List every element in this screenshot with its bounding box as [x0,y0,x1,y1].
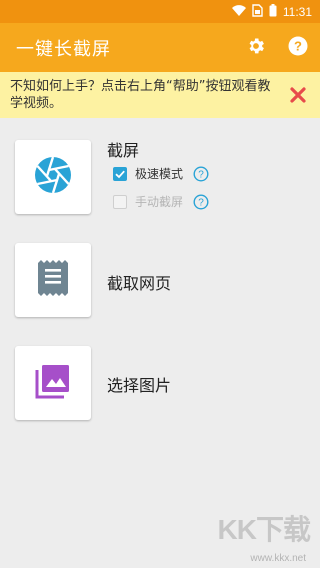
manual-capture-help-icon[interactable]: ? [193,193,209,210]
wifi-icon [231,4,246,20]
webpage-capture-label: 截取网页 [107,274,172,293]
app-bar: 一键长截屏 ? [0,23,320,72]
clock: 11:31 [282,5,312,19]
tip-text: 不知如何上手？点击右上角“帮助”按钮观看教学视频。 [10,79,271,111]
fast-mode-label: 极速模式 [135,167,184,181]
svg-text:?: ? [198,169,204,180]
watermark-logo: KK下载 [217,514,311,545]
settings-button[interactable] [243,35,269,61]
close-tip-button[interactable] [288,85,308,105]
screenshot-label: 截屏 [107,141,140,160]
svg-text:?: ? [198,197,204,208]
svg-text:?: ? [294,39,302,54]
aperture-icon [34,156,72,198]
battery-icon [269,4,277,20]
tip-banner: 不知如何上手？点击右上角“帮助”按钮观看教学视频。 [0,72,320,118]
gallery-card[interactable] [15,346,91,420]
fast-mode-checkbox[interactable] [113,166,127,181]
help-icon: ? [288,36,308,60]
gear-icon [246,36,266,60]
watermark-url: www.kkx.net [250,553,306,564]
fast-mode-help-icon[interactable]: ? [193,165,209,182]
help-button[interactable]: ? [285,35,311,61]
manual-capture-checkbox[interactable] [113,194,127,209]
fast-mode-option: 极速模式 ? [113,165,209,182]
manual-capture-label: 手动截屏 [135,195,184,209]
status-bar: 11:31 [0,0,320,23]
close-icon [288,87,308,109]
gallery-icon [34,362,72,404]
app-title: 一键长截屏 [16,39,111,60]
status-icons: 11:31 [231,4,312,20]
webpage-icon [37,260,69,300]
manual-capture-option: 手动截屏 ? [113,193,209,210]
webpage-card[interactable] [15,243,91,317]
select-image-label: 选择图片 [107,376,172,395]
sim-icon [252,4,263,20]
screenshot-card[interactable] [15,140,91,214]
